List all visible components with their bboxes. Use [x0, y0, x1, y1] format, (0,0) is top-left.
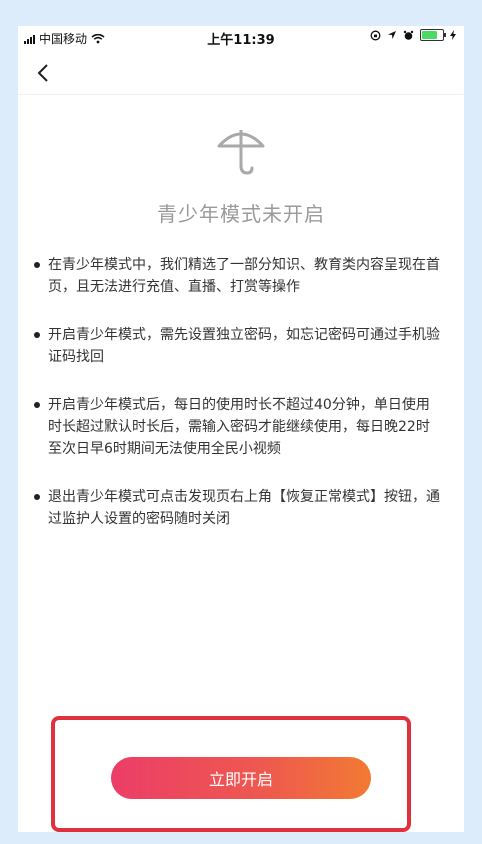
back-button[interactable] — [28, 58, 58, 88]
status-bar: 中国移动 上午11:39 — [18, 26, 464, 48]
chevron-left-icon — [37, 64, 48, 82]
rule-item: 开启青少年模式后，每日的使用时长不超过40分钟，单日使用时长超过默认时长后，需输… — [32, 394, 442, 460]
bullet-dot — [34, 262, 40, 268]
enable-now-button[interactable]: 立即开启 — [111, 757, 371, 799]
rule-item: 开启青少年模式，需先设置独立密码，如忘记密码可通过手机验证码找回 — [32, 324, 442, 368]
bullet-dot — [34, 402, 40, 408]
status-right — [370, 29, 456, 41]
rule-text: 退出青少年模式可点击发现页右上角【恢复正常模式】按钮，通过监护人设置的密码随时关… — [48, 489, 440, 527]
rule-item: 在青少年模式中，我们精选了一部分知识、教育类内容呈现在首页，且无法进行充值、直播… — [32, 254, 442, 298]
charging-icon — [450, 30, 456, 40]
rotation-lock-icon — [370, 30, 381, 40]
battery-icon — [420, 29, 446, 41]
rule-text: 在青少年模式中，我们精选了一部分知识、教育类内容呈现在首页，且无法进行充值、直播… — [48, 257, 440, 295]
rule-text: 开启青少年模式后，每日的使用时长不超过40分钟，单日使用时长超过默认时长后，需输… — [48, 397, 430, 457]
rule-text: 开启青少年模式，需先设置独立密码，如忘记密码可通过手机验证码找回 — [48, 327, 440, 365]
rule-item: 退出青少年模式可点击发现页右上角【恢复正常模式】按钮，通过监护人设置的密码随时关… — [32, 486, 442, 530]
location-icon — [388, 31, 396, 39]
rules-list: 在青少年模式中，我们精选了一部分知识、教育类内容呈现在首页，且无法进行充值、直播… — [32, 254, 442, 554]
phone-screen: 中国移动 上午11:39 青少年模式未开启 在青少年模式中，我们精选了一部分知识… — [18, 26, 464, 832]
page-title: 青少年模式未开启 — [157, 202, 325, 226]
alarm-icon — [403, 30, 414, 40]
nav-bar — [18, 48, 464, 95]
umbrella-icon — [217, 130, 265, 175]
bullet-dot — [34, 332, 40, 338]
bullet-dot — [34, 494, 40, 500]
